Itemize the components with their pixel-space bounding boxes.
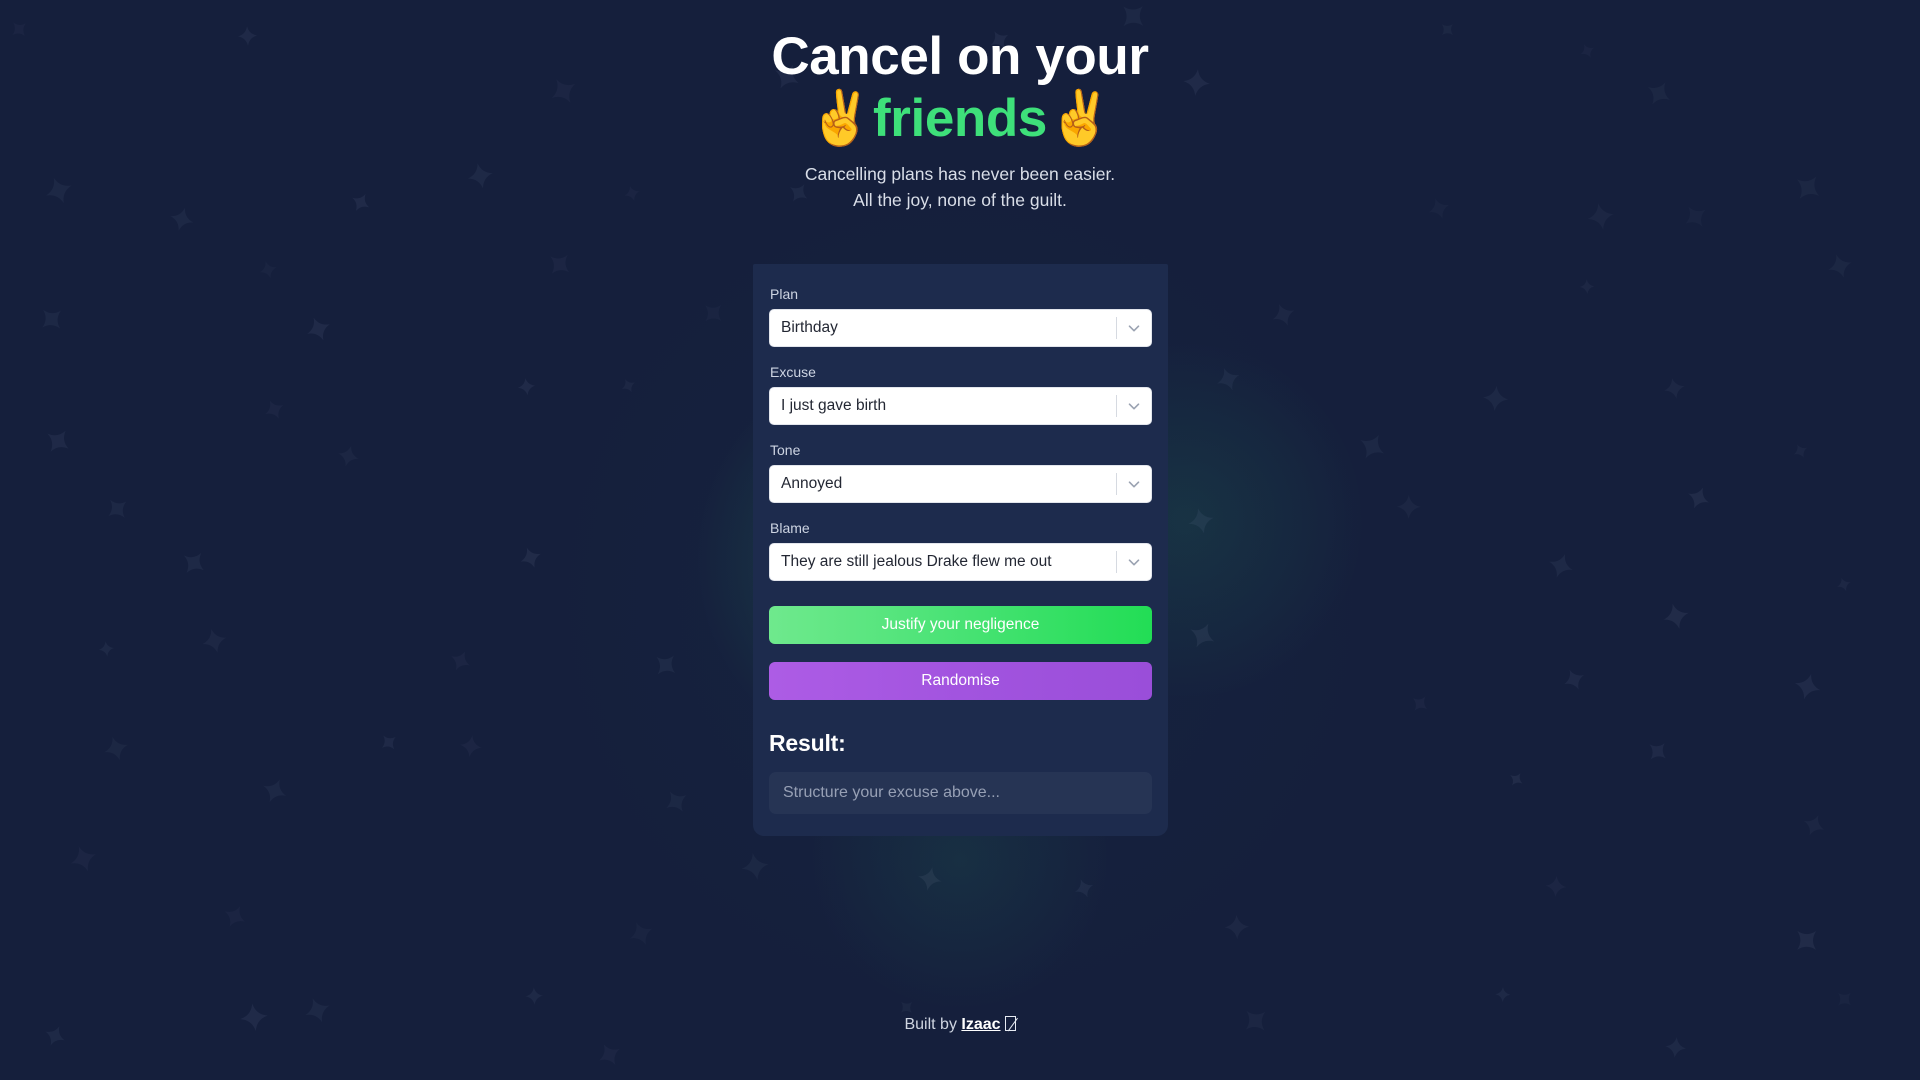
field-excuse: Excuse I just gave birth [769, 364, 1152, 425]
footer-built-by-text: Built by [904, 1016, 957, 1033]
blame-select[interactable]: They are still jealous Drake flew me out [769, 543, 1152, 581]
result-heading: Result: [769, 730, 846, 756]
chevron-down-icon[interactable] [1117, 475, 1151, 493]
page-subtitle: Cancelling plans has never been easier. … [0, 162, 1920, 214]
page-subtitle-line-1: Cancelling plans has never been easier. [804, 164, 1116, 184]
tone-label: Tone [770, 442, 801, 458]
plan-label: Plan [770, 286, 799, 302]
excuse-form-card: Plan Birthday Excuse I just gave birth T… [753, 264, 1168, 836]
tone-select[interactable]: Annoyed [769, 465, 1152, 503]
excuse-label: Excuse [770, 364, 816, 380]
field-blame: Blame They are still jealous Drake flew … [769, 520, 1152, 581]
chevron-down-icon[interactable] [1117, 553, 1151, 571]
page-subtitle-line-2: All the joy, none of the guilt. [853, 189, 1067, 210]
page-title: Cancel on your ✌️friends✌️ [725, 26, 1195, 150]
excuse-select-value: I just gave birth [781, 397, 887, 414]
field-tone: Tone Annoyed [769, 442, 1152, 503]
page-title-line-1: Cancel on your [771, 27, 1149, 86]
action-buttons: Justify your negligence Randomise [769, 606, 1152, 700]
result-output-box[interactable]: Structure your excuse above... [769, 772, 1152, 814]
peace-hand-emoji-right: ✌️ [1046, 88, 1113, 149]
field-plan: Plan Birthday [769, 286, 1152, 347]
author-link[interactable]: Izaac [961, 1016, 1000, 1033]
plan-select[interactable]: Birthday [769, 309, 1152, 347]
missing-glyph-box-icon [1004, 1016, 1016, 1031]
chevron-down-icon[interactable] [1117, 319, 1151, 337]
excuse-select[interactable]: I just gave birth [769, 387, 1152, 425]
randomise-button[interactable]: Randomise [769, 662, 1152, 700]
plan-select-value: Birthday [781, 319, 838, 336]
justify-your-negligence-button[interactable]: Justify your negligence [769, 606, 1152, 644]
blame-select-value: They are still jealous Drake flew me out [781, 553, 1052, 570]
footer: Built by Izaac [0, 1016, 1920, 1034]
hero-section: Cancel on your ✌️friends✌️ Cancelling pl… [0, 0, 1920, 214]
result-placeholder-text: Structure your excuse above... [783, 784, 1000, 801]
blame-label: Blame [770, 520, 810, 536]
tone-select-value: Annoyed [781, 475, 843, 492]
page-title-accent: friends [873, 89, 1047, 148]
peace-hand-emoji-left: ✌️ [807, 88, 874, 149]
chevron-down-icon[interactable] [1117, 397, 1151, 415]
